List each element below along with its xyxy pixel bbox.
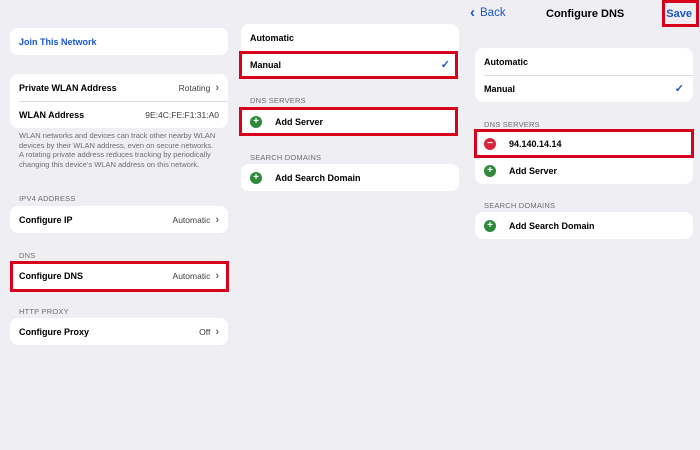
navigation-bar: ‹ Back Configure DNS Save bbox=[465, 0, 700, 30]
dns-card: Configure DNS Automatic › bbox=[10, 262, 228, 289]
dns-mode-manual-option[interactable]: Manual ✓ bbox=[475, 75, 693, 102]
save-button[interactable]: Save bbox=[666, 8, 692, 20]
dns-server-address: 94.140.14.14 bbox=[509, 138, 562, 149]
back-label: Back bbox=[480, 7, 506, 19]
chevron-right-icon: › bbox=[215, 269, 219, 282]
configure-dns-value: Automatic bbox=[172, 270, 211, 281]
dns-mode-card: Automatic Manual ✓ bbox=[475, 48, 693, 102]
add-circle-icon: + bbox=[250, 171, 262, 184]
wlan-address-card: Private WLAN Address Rotating › WLAN Add… bbox=[10, 74, 228, 128]
dns-servers-section-header: DNS SERVERS bbox=[484, 120, 540, 129]
ipv4-section-header: IPV4 ADDRESS bbox=[19, 194, 76, 203]
add-server-label: Add Server bbox=[509, 165, 558, 176]
dns-servers-card: − 94.140.14.14 + Add Server bbox=[475, 130, 693, 184]
chevron-right-icon: › bbox=[215, 325, 219, 338]
dns-mode-automatic-label: Automatic bbox=[484, 56, 529, 67]
wlan-address-note: WLAN networks and devices can track othe… bbox=[19, 131, 216, 169]
search-domains-section-header: SEARCH DOMAINS bbox=[250, 153, 322, 162]
configure-ip-row[interactable]: Configure IP Automatic › bbox=[10, 206, 228, 233]
add-search-domain-label: Add Search Domain bbox=[509, 220, 595, 231]
configure-dns-label: Configure DNS bbox=[19, 270, 83, 281]
chevron-right-icon: › bbox=[215, 213, 219, 226]
dns-mode-manual-label: Manual bbox=[250, 59, 282, 70]
configure-ip-value: Automatic bbox=[172, 214, 211, 225]
checkmark-icon: ✓ bbox=[440, 59, 450, 71]
configure-ip-label: Configure IP bbox=[19, 214, 73, 225]
wlan-address-value: 9E:4C:FE:F1:31:A0 bbox=[145, 109, 219, 120]
add-circle-icon: + bbox=[250, 115, 262, 128]
http-proxy-section-header: HTTP PROXY bbox=[19, 307, 69, 316]
search-domains-card: + Add Search Domain bbox=[241, 164, 459, 191]
add-search-domain-label: Add Search Domain bbox=[275, 172, 361, 183]
http-proxy-card: Configure Proxy Off › bbox=[10, 318, 228, 345]
join-network-card: Join This Network bbox=[10, 28, 228, 55]
wlan-address-row: WLAN Address 9E:4C:FE:F1:31:A0 bbox=[10, 101, 228, 128]
chevron-left-icon: ‹ bbox=[470, 4, 475, 21]
remove-circle-icon[interactable]: − bbox=[484, 137, 496, 150]
dns-servers-card: + Add Server bbox=[241, 108, 459, 135]
dns-servers-section-header: DNS SERVERS bbox=[250, 96, 306, 105]
ipv4-card: Configure IP Automatic › bbox=[10, 206, 228, 233]
dns-mode-manual-option[interactable]: Manual ✓ bbox=[241, 51, 459, 78]
join-network-label: Join This Network bbox=[19, 36, 97, 47]
dns-mode-manual-label: Manual bbox=[484, 83, 516, 94]
add-server-button[interactable]: + Add Server bbox=[241, 108, 459, 135]
join-network-button[interactable]: Join This Network bbox=[10, 28, 228, 55]
configure-proxy-label: Configure Proxy bbox=[19, 326, 90, 337]
dns-mode-automatic-option[interactable]: Automatic bbox=[475, 48, 693, 75]
back-button[interactable]: ‹ Back bbox=[470, 4, 506, 21]
dns-server-entry[interactable]: − 94.140.14.14 bbox=[475, 130, 693, 157]
private-wlan-address-value: Rotating bbox=[178, 82, 211, 93]
dns-mode-card: Automatic Manual ✓ bbox=[241, 24, 459, 78]
configure-dns-row[interactable]: Configure DNS Automatic › bbox=[10, 262, 228, 289]
search-domains-section-header: SEARCH DOMAINS bbox=[484, 201, 556, 210]
add-circle-icon: + bbox=[484, 219, 496, 232]
add-circle-icon: + bbox=[484, 164, 496, 177]
checkmark-icon: ✓ bbox=[674, 83, 684, 95]
chevron-right-icon: › bbox=[215, 81, 219, 94]
add-search-domain-button[interactable]: + Add Search Domain bbox=[475, 212, 693, 239]
wlan-address-label: WLAN Address bbox=[19, 109, 85, 120]
page-title: Configure DNS bbox=[546, 8, 625, 20]
configure-proxy-value: Off bbox=[199, 326, 211, 337]
add-server-button[interactable]: + Add Server bbox=[475, 157, 693, 184]
add-search-domain-button[interactable]: + Add Search Domain bbox=[241, 164, 459, 191]
add-server-label: Add Server bbox=[275, 116, 324, 127]
private-wlan-address-row[interactable]: Private WLAN Address Rotating › bbox=[10, 74, 228, 101]
dns-mode-automatic-option[interactable]: Automatic bbox=[241, 24, 459, 51]
configure-proxy-row[interactable]: Configure Proxy Off › bbox=[10, 318, 228, 345]
private-wlan-address-label: Private WLAN Address bbox=[19, 82, 117, 93]
dns-mode-automatic-label: Automatic bbox=[250, 32, 295, 43]
dns-section-header: DNS bbox=[19, 251, 36, 260]
search-domains-card: + Add Search Domain bbox=[475, 212, 693, 239]
